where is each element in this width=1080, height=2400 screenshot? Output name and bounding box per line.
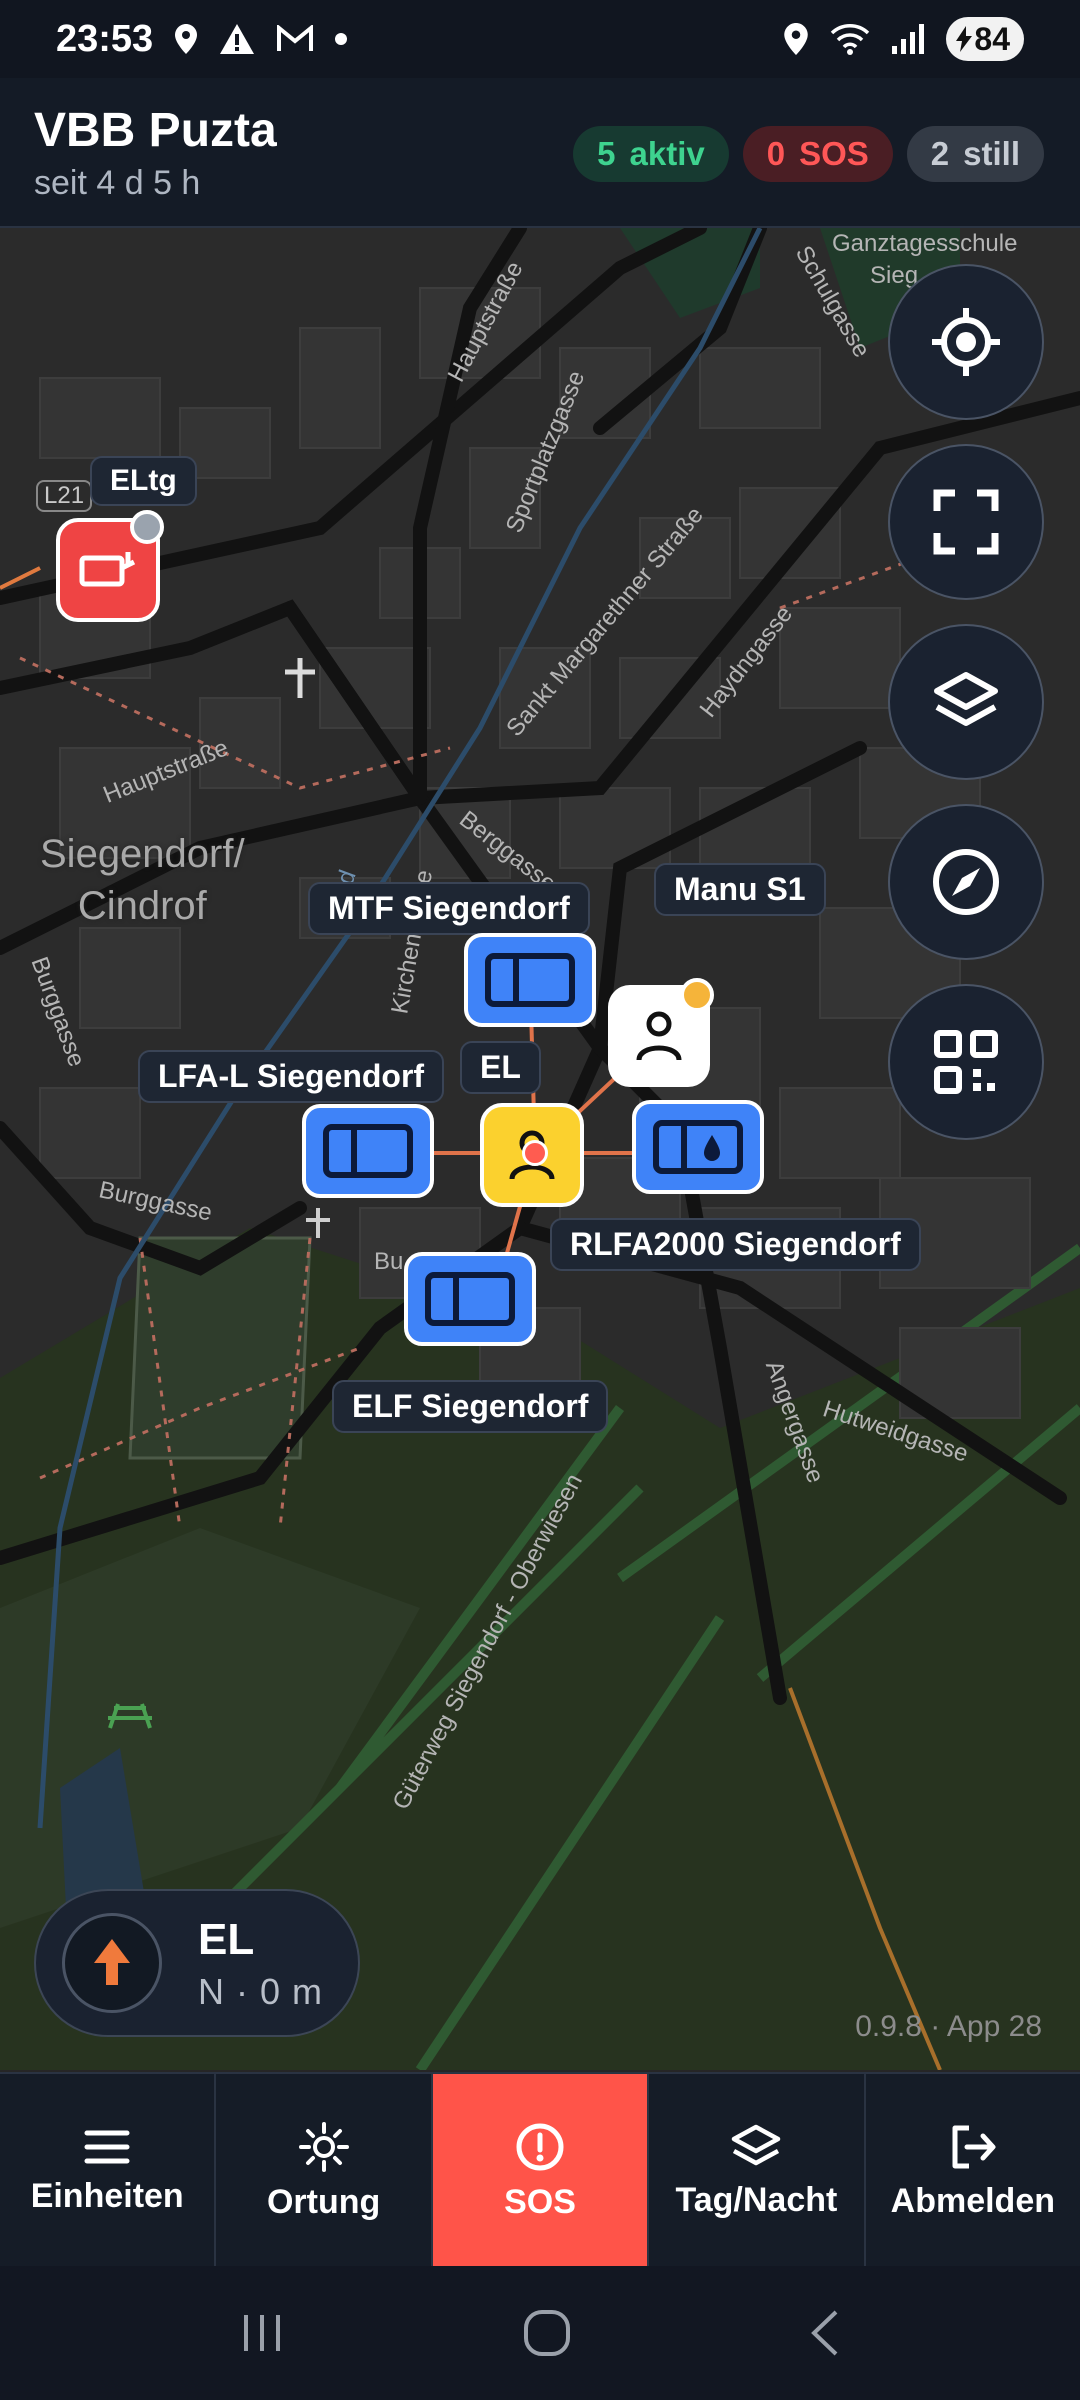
unit-marker-mtf[interactable] [464,933,596,1027]
compass-icon [933,849,999,915]
unit-label-eltg: ELtg [90,456,197,506]
version-label: 0.9.8 · App 28 [855,2010,1042,2043]
vehicle-icon [323,1124,413,1178]
signal-icon [892,24,925,54]
qr-code-icon [934,1030,998,1094]
status-time: 23:53 [56,17,154,60]
vehicle-icon [485,953,575,1007]
unit-marker-lfa[interactable] [302,1104,434,1198]
qr-code-button[interactable] [888,984,1044,1140]
fullscreen-icon [933,489,999,555]
location-pin-icon [175,24,198,54]
sos-badge[interactable]: 0 SOS [742,126,893,182]
active-count: 5 [597,135,616,172]
nav-units-label: Einheiten [30,2176,184,2215]
unit-label-elf: ELF Siegendorf [332,1380,609,1433]
status-bar: 23:53 84 [0,0,1080,78]
sos-label: SOS [799,135,869,172]
location-heading-distance: N · 0 m [198,1971,324,2012]
mail-icon [277,25,314,53]
fit-bounds-button[interactable] [888,444,1044,600]
notification-dot-icon [335,33,348,45]
menu-icon [84,2130,130,2163]
warning-icon [219,23,255,55]
unit-marker-elf[interactable] [404,1252,536,1346]
sos-count: 0 [766,135,786,172]
bottom-navigation: Einheiten Ortung SOS Tag/Nacht Abmelden [0,2072,1080,2268]
wifi-icon [830,23,870,55]
place-label-line1: Siegendorf/ [40,832,245,876]
nav-daynight-button[interactable]: Tag/Nacht [649,2074,866,2268]
nav-tracking-button[interactable]: Ortung [216,2074,433,2268]
crosshair-icon [932,308,1000,376]
battery-indicator: 84 [946,17,1024,61]
road-number-label: L21 [36,480,93,512]
active-label: aktiv [629,135,705,172]
nav-daynight-label: Tag/Nacht [675,2180,838,2219]
nav-units-button[interactable]: Einheiten [0,2074,217,2268]
battery-level: 84 [974,20,1010,57]
heading-arrow-icon [94,1939,130,1985]
heading-indicator [62,1913,162,2013]
app-header: VBB Puzta seit 4 d 5 h 5 aktiv 0 SOS 2 s… [0,78,1080,228]
location-pin-icon [784,23,809,55]
back-icon[interactable] [808,2308,842,2358]
location-info-pill[interactable]: EL N · 0 m [34,1889,360,2037]
layers-icon [732,2124,781,2165]
place-label-line2: Cindrof [77,884,207,928]
nav-logout-button[interactable]: Abmelden [866,2074,1080,2268]
person-icon [636,1011,682,1061]
recent-apps-icon[interactable] [238,2311,286,2355]
home-icon[interactable] [522,2308,572,2358]
my-location-button[interactable] [888,264,1044,420]
nav-sos-label: SOS [504,2182,576,2221]
nav-sos-button[interactable]: SOS [432,2074,650,2268]
brightness-icon [298,2121,349,2172]
vehicle-icon [425,1272,515,1326]
status-badges: 5 aktiv 0 SOS 2 still [573,126,1044,182]
unit-label-mtf: MTF Siegendorf [308,882,590,935]
location-unit-name: EL [198,1915,255,1964]
own-position-dot [522,1140,548,1166]
unit-marker-rlfa[interactable] [632,1100,764,1194]
street-label: Bu [374,1248,404,1275]
status-dot-orange [680,978,714,1012]
unit-label-lfa: LFA-L Siegendorf [138,1050,445,1103]
nav-tracking-label: Ortung [266,2182,381,2221]
unit-label-el: EL [460,1041,541,1094]
water-tanker-icon [653,1120,743,1174]
unit-label-rlfa: RLFA2000 Siegendorf [550,1218,921,1271]
still-count: 2 [930,135,950,172]
still-label: still [963,135,1020,172]
layers-icon [934,672,998,726]
nav-logout-label: Abmelden [890,2181,1055,2220]
alert-circle-icon [516,2123,564,2170]
logout-icon [952,2125,996,2168]
system-navigation-bar [0,2266,1080,2400]
still-badge[interactable]: 2 still [906,126,1044,182]
poi-label: Ganztagesschule [832,230,1018,257]
active-badge[interactable]: 5 aktiv [573,126,729,182]
vehicle-ladder-icon [79,552,136,587]
unit-label-manu: Manu S1 [654,863,826,916]
compass-button[interactable] [888,804,1044,960]
map-layers-button[interactable] [888,624,1044,780]
charging-icon [956,26,973,52]
status-dot-gray [130,510,164,544]
place-label: Siegendorf/ Cindrof [40,828,245,932]
